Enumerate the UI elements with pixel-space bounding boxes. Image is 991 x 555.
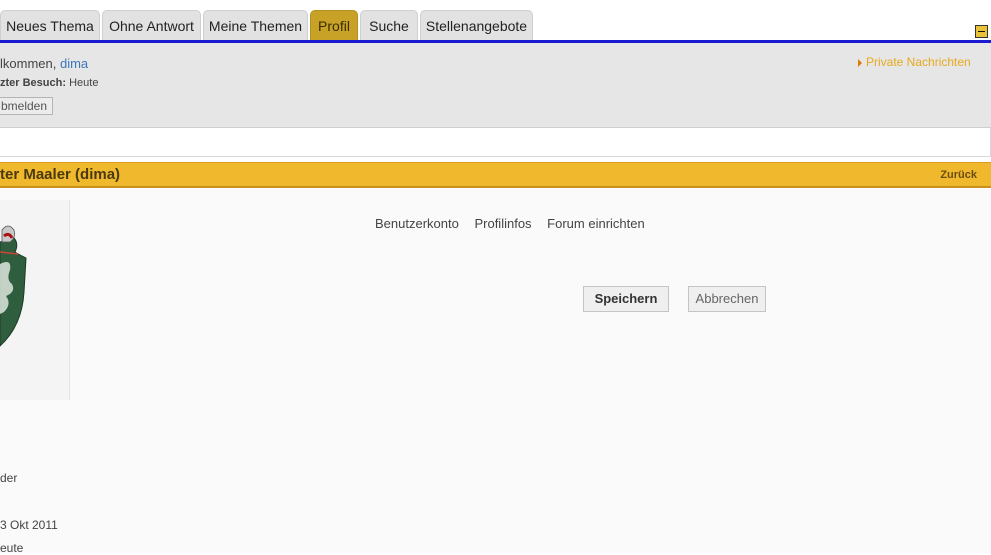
- back-link[interactable]: Zurück: [940, 169, 977, 181]
- logout-button[interactable]: bmelden: [0, 97, 53, 115]
- spacer-box: [0, 128, 991, 157]
- subnav-benutzerkonto[interactable]: Benutzerkonto: [375, 216, 459, 231]
- tab-suche[interactable]: Suche: [360, 10, 418, 40]
- main-tabs: Neues Thema Ohne Antwort Meine Themen Pr…: [0, 10, 991, 40]
- last-visit: zter Besuch: Heute: [0, 77, 98, 89]
- avatar: [0, 200, 70, 400]
- save-button[interactable]: Speichern: [583, 286, 669, 312]
- welcome-panel: lkommen, dima zter Besuch: Heute bmelden…: [0, 43, 991, 128]
- arrow-right-icon: [858, 58, 862, 67]
- profile-content: Benutzerkonto Profilinfos Forum einricht…: [0, 189, 991, 555]
- profile-info-joined: 3 Okt 2011: [0, 518, 58, 532]
- profile-titlebar: ter Maaler (dima) Zurück: [0, 162, 991, 188]
- subnav-forum-einrichten[interactable]: Forum einrichten: [547, 216, 645, 231]
- collapse-icon[interactable]: [975, 25, 988, 38]
- last-visit-label: zter Besuch:: [0, 77, 67, 89]
- last-visit-value: Heute: [69, 77, 99, 89]
- greeting-text: lkommen,: [0, 56, 60, 71]
- cancel-button[interactable]: Abbrechen: [688, 286, 766, 312]
- username-link[interactable]: dima: [60, 56, 88, 71]
- subnav-profilinfos[interactable]: Profilinfos: [474, 216, 531, 231]
- profile-subnav: Benutzerkonto Profilinfos Forum einricht…: [375, 216, 657, 231]
- tab-neues-thema[interactable]: Neues Thema: [0, 10, 100, 40]
- private-messages-label: Private Nachrichten: [866, 55, 971, 69]
- page-title: ter Maaler (dima): [0, 166, 121, 183]
- tab-profil[interactable]: Profil: [310, 10, 358, 40]
- profile-info-rank: der: [0, 471, 18, 485]
- tab-meine-themen[interactable]: Meine Themen: [203, 10, 308, 40]
- tab-stellenangebote[interactable]: Stellenangebote: [420, 10, 533, 40]
- tab-ohne-antwort[interactable]: Ohne Antwort: [102, 10, 201, 40]
- welcome-greeting: lkommen, dima: [0, 56, 88, 71]
- private-messages-link[interactable]: Private Nachrichten: [858, 55, 971, 69]
- coat-of-arms-icon: [0, 200, 69, 400]
